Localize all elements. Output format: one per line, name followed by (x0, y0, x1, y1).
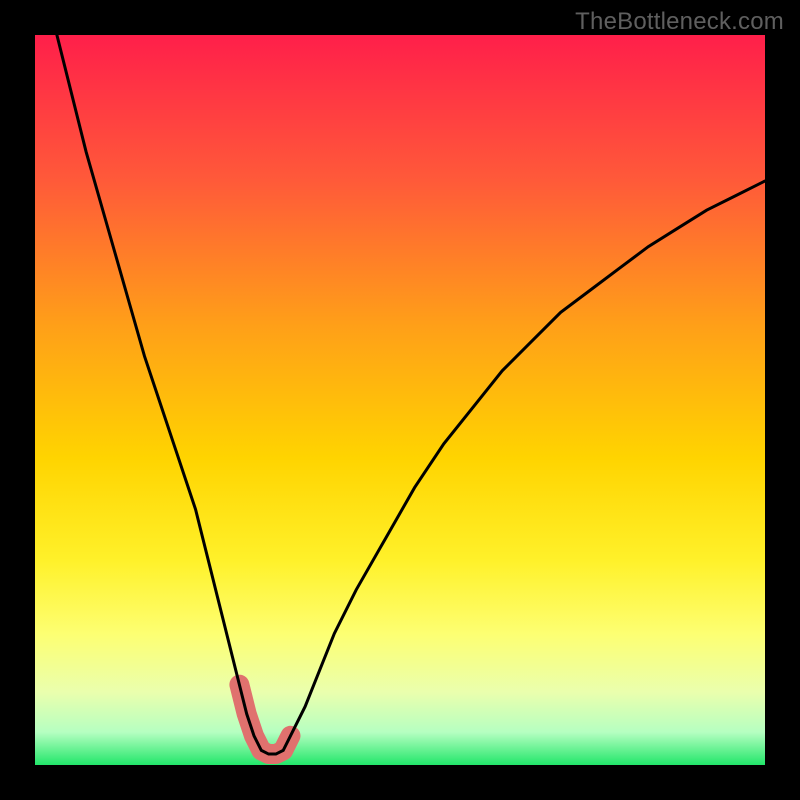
gradient-background (35, 35, 765, 765)
chart-frame: TheBottleneck.com (0, 0, 800, 800)
attribution-text: TheBottleneck.com (575, 8, 784, 36)
plot-area (35, 35, 765, 765)
chart-svg (35, 35, 765, 765)
